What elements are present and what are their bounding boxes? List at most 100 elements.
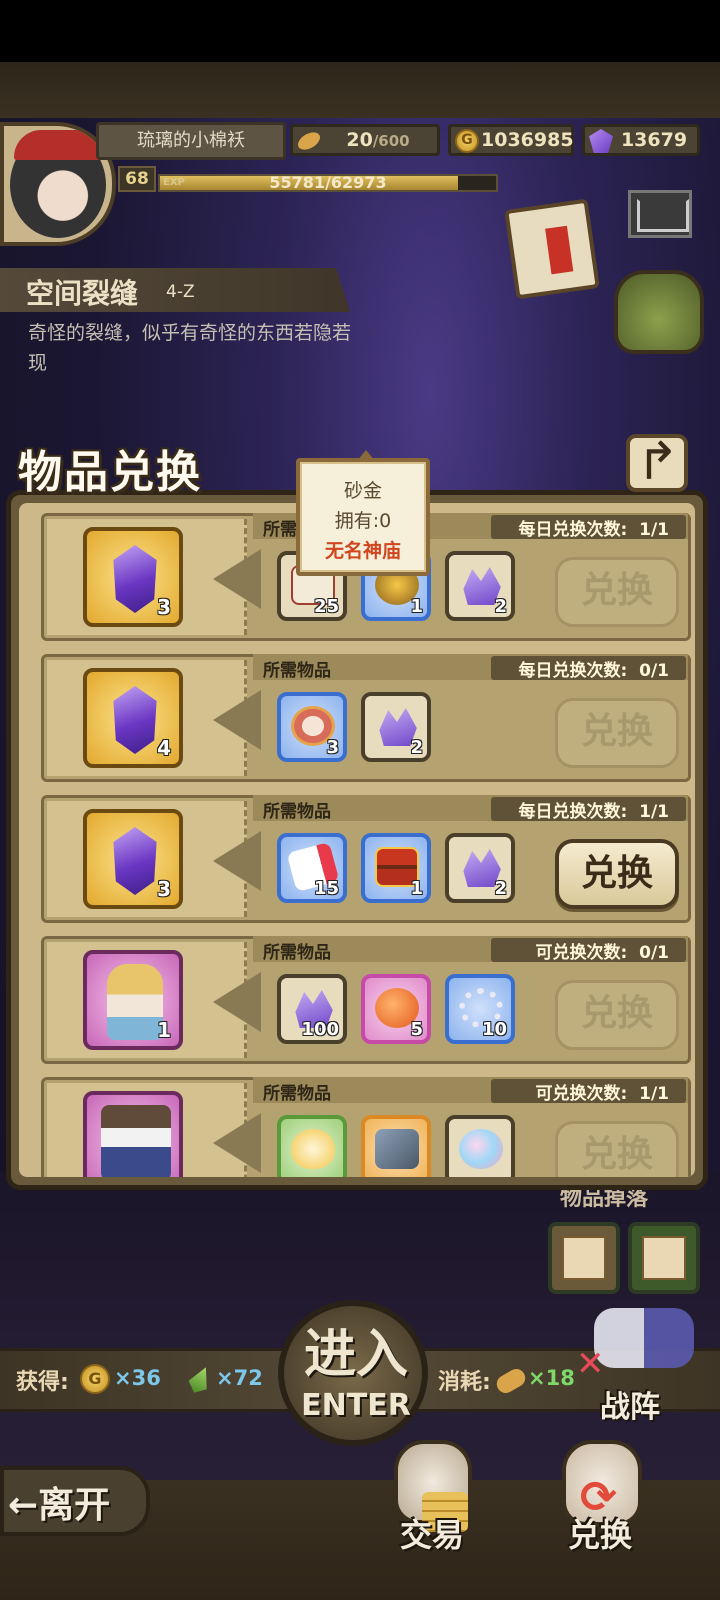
formation-label: 战阵: [600, 1390, 660, 1425]
exchange-button[interactable]: 兑换: [555, 698, 679, 768]
exchange-count-value: 0/1: [639, 943, 669, 963]
required-item[interactable]: 5: [361, 974, 431, 1044]
tooltip-owned: 拥有:0: [334, 510, 392, 532]
exchange-button[interactable]: 兑换: [555, 839, 679, 909]
stamina-counter[interactable]: 20/600: [290, 124, 440, 156]
player-level: 68: [118, 166, 156, 192]
exchange-button[interactable]: 兑换: [555, 980, 679, 1050]
exp-bar: EXP 55781/62973: [158, 174, 498, 192]
item-tooltip: 砂金 拥有:0 无名神庙: [296, 450, 430, 576]
egg-icon: [291, 1129, 335, 1169]
required-item-quantity: 2: [494, 596, 507, 617]
reward-item[interactable]: 1: [83, 950, 183, 1050]
treasure-map-button[interactable]: [628, 1222, 700, 1294]
gain-gold-value: ×36: [114, 1366, 161, 1390]
reward-item[interactable]: 3: [83, 527, 183, 627]
cost-bread-value: ×18: [528, 1366, 575, 1390]
treasure-map-icon: [642, 1236, 686, 1280]
reward-item[interactable]: 3: [83, 809, 183, 909]
required-items-label: 所需物品: [263, 1084, 331, 1104]
required-item-quantity: 15: [313, 878, 339, 899]
exchange-count: 每日兑换次数: 1/1: [518, 515, 669, 540]
required-item[interactable]: 2: [445, 833, 515, 903]
exp-text: 55781/62973: [269, 173, 387, 192]
required-item-quantity: 5: [410, 1019, 423, 1040]
exchange-count-value: 1/1: [639, 1084, 669, 1104]
exchange-count-value: 1/1: [639, 802, 669, 822]
tooltip-item-name: 砂金: [343, 480, 382, 502]
gem-value: 13679: [620, 129, 688, 151]
required-item[interactable]: [361, 1115, 431, 1177]
exchange-count-label: 每日兑换次数:: [518, 661, 628, 681]
required-item[interactable]: 2: [361, 692, 431, 762]
character-figure-icon: [107, 964, 163, 1040]
exchange-count-label: 每日兑换次数:: [518, 520, 628, 540]
exchange-count-label: 可兑换次数:: [535, 943, 628, 963]
gold-coin-icon: G: [455, 129, 479, 153]
exchange-count: 可兑换次数: 0/1: [535, 938, 669, 963]
scroll-icon: [504, 198, 600, 300]
crossed-swords-icon: ✕: [576, 1344, 605, 1384]
required-item-quantity: 10: [481, 1019, 507, 1040]
exchange-count-value: 0/1: [639, 661, 669, 681]
trade-label: 交易: [399, 1516, 464, 1554]
quest-scroll-button[interactable]: [500, 196, 610, 304]
tooltip-source[interactable]: 无名神庙: [300, 536, 426, 566]
mail-icon[interactable]: [628, 190, 692, 238]
exchange-count-label: 每日兑换次数:: [518, 802, 628, 822]
back-arrow-icon[interactable]: [626, 434, 688, 492]
exchange-button[interactable]: 兑换: [555, 557, 679, 627]
exchange-nav-label: 兑换: [567, 1516, 632, 1554]
gem-counter[interactable]: 13679: [582, 124, 700, 156]
required-item-quantity: 100: [301, 1019, 339, 1040]
required-item[interactable]: 1: [361, 833, 431, 903]
purple-crystal-icon: [113, 545, 157, 613]
required-item[interactable]: 15: [277, 833, 347, 903]
trade-button[interactable]: [372, 1432, 492, 1582]
top-frame: [0, 62, 720, 118]
exchange-count: 每日兑换次数: 1/1: [518, 797, 669, 822]
exchange-nav-button[interactable]: ⟳: [540, 1432, 660, 1582]
required-item-quantity: 1: [410, 878, 423, 899]
exclamation-icon: [545, 225, 574, 275]
required-item[interactable]: [277, 1115, 347, 1177]
exchange-row: 所需物品 每日兑换次数: 1/1 3 15 1 2 兑换: [41, 795, 691, 923]
rainbow-orb-icon: [459, 1129, 503, 1169]
reward-quantity: 1: [157, 1018, 171, 1042]
panel-title: 物品兑换: [18, 447, 202, 498]
required-item-quantity: 1: [410, 596, 423, 617]
exchange-list[interactable]: 所需物品每日兑换次数: 1/132512兑换所需物品每日兑换次数: 0/1432…: [19, 503, 695, 1177]
exchange-row: 所需物品 每日兑换次数: 0/1 4 3 2 兑换: [41, 654, 691, 782]
backpack-icon[interactable]: [614, 270, 704, 354]
gold-counter[interactable]: G 1036985: [448, 124, 574, 156]
required-item-quantity: 2: [494, 878, 507, 899]
gain-label: 获得:: [16, 1370, 69, 1395]
reward-item[interactable]: 4: [83, 668, 183, 768]
gold-coin-icon: G: [80, 1364, 110, 1394]
map-scroll-button[interactable]: [548, 1222, 620, 1294]
exchange-button[interactable]: 兑换: [555, 1121, 679, 1177]
reward-item[interactable]: [83, 1091, 183, 1177]
enter-label: 进入: [303, 1325, 408, 1385]
required-item[interactable]: 100: [277, 974, 347, 1044]
required-item[interactable]: 2: [445, 551, 515, 621]
required-item-quantity: 3: [326, 737, 339, 758]
required-item[interactable]: 3: [277, 692, 347, 762]
exchange-row: 所需物品 可兑换次数: 0/1 1 100 5 10 兑换: [41, 936, 691, 1064]
required-item[interactable]: 10: [445, 974, 515, 1044]
purple-gem-icon: [589, 129, 613, 153]
required-items-label: 所需物品: [263, 661, 331, 681]
stamina-value: 20: [346, 129, 373, 151]
cost-label: 消耗:: [438, 1370, 491, 1395]
required-items-label: 所需物品: [263, 943, 331, 963]
reward-quantity: 3: [157, 595, 171, 619]
exchange-count: 每日兑换次数: 0/1: [518, 656, 669, 681]
status-bar: [0, 0, 720, 62]
reward-quantity: 3: [157, 877, 171, 901]
exchange-row: 所需物品 可兑换次数: 1/1 兑换: [41, 1077, 691, 1177]
reward-quantity: 4: [157, 736, 171, 760]
character-figure-icon: [101, 1105, 171, 1177]
leave-label: ←离开: [8, 1485, 111, 1526]
bread-icon: [295, 128, 323, 154]
required-item[interactable]: [445, 1115, 515, 1177]
